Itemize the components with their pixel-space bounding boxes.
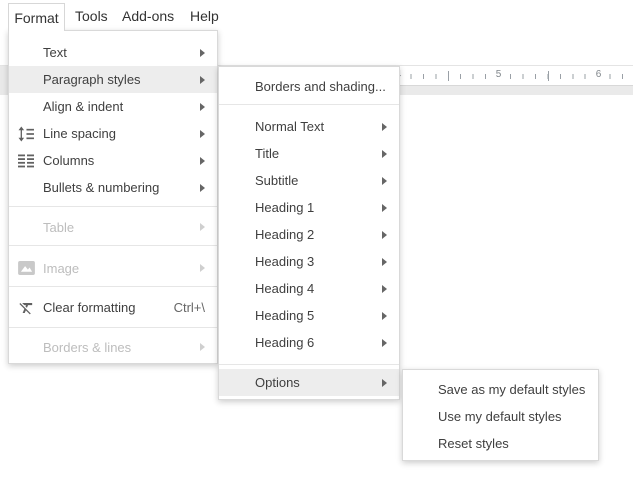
ruler-mark: 5 bbox=[492, 69, 505, 80]
menu-item-label: Align & indent bbox=[43, 99, 123, 114]
clear-formatting-icon bbox=[18, 299, 35, 316]
submenu-arrow-icon bbox=[200, 49, 205, 57]
menu-item-heading-2[interactable]: Heading 2 bbox=[219, 221, 399, 248]
submenu-arrow-icon bbox=[200, 343, 205, 351]
menu-item-image: Image bbox=[9, 254, 217, 282]
menu-item-clear-formatting[interactable]: Clear formatting Ctrl+\ bbox=[9, 294, 217, 321]
menu-item-text[interactable]: Text bbox=[9, 39, 217, 66]
menu-item-align-indent[interactable]: Align & indent bbox=[9, 93, 217, 120]
submenu-arrow-icon bbox=[382, 312, 387, 320]
menu-item-subtitle[interactable]: Subtitle bbox=[219, 167, 399, 194]
menu-item-label: Table bbox=[43, 220, 74, 235]
menu-item-shortcut: Ctrl+\ bbox=[174, 300, 205, 315]
submenu-arrow-icon bbox=[200, 157, 205, 165]
submenu-arrow-icon bbox=[200, 103, 205, 111]
options-menu: Save as my default styles Use my default… bbox=[402, 369, 599, 461]
submenu-arrow-icon bbox=[200, 184, 205, 192]
format-menu: Text Paragraph styles Align & indent Lin… bbox=[8, 30, 218, 364]
menu-item-label: Heading 4 bbox=[255, 281, 314, 296]
menu-bar: Tools Add-ons Help bbox=[0, 0, 633, 30]
menu-item-columns[interactable]: Columns bbox=[9, 147, 217, 174]
menu-item-label: Subtitle bbox=[255, 173, 298, 188]
menu-item-label: Normal Text bbox=[255, 119, 324, 134]
menu-tools[interactable]: Tools bbox=[75, 8, 108, 24]
menu-item-title[interactable]: Title bbox=[219, 140, 399, 167]
menu-item-label: Image bbox=[43, 261, 79, 276]
ruler-half-tick bbox=[448, 71, 449, 81]
menu-separator bbox=[9, 206, 217, 207]
menu-help[interactable]: Help bbox=[190, 8, 219, 24]
submenu-arrow-icon bbox=[382, 285, 387, 293]
submenu-arrow-icon bbox=[200, 130, 205, 138]
canvas-left-edge bbox=[0, 66, 8, 95]
ruler-mark: 6 bbox=[592, 69, 605, 80]
submenu-arrow-icon bbox=[200, 264, 205, 272]
submenu-arrow-icon bbox=[200, 76, 205, 84]
line-spacing-icon bbox=[18, 126, 34, 141]
menu-item-paragraph-styles[interactable]: Paragraph styles bbox=[9, 66, 217, 93]
menu-item-use-default-styles[interactable]: Use my default styles bbox=[403, 403, 598, 430]
menu-item-heading-6[interactable]: Heading 6 bbox=[219, 329, 399, 356]
menu-item-label: Heading 5 bbox=[255, 308, 314, 323]
menu-item-heading-3[interactable]: Heading 3 bbox=[219, 248, 399, 275]
menu-addons[interactable]: Add-ons bbox=[122, 8, 174, 24]
menu-item-label: Heading 2 bbox=[255, 227, 314, 242]
menu-format[interactable]: Format bbox=[8, 3, 65, 31]
menu-item-label: Heading 1 bbox=[255, 200, 314, 215]
submenu-arrow-icon bbox=[382, 177, 387, 185]
menu-item-label: Heading 6 bbox=[255, 335, 314, 350]
submenu-arrow-icon bbox=[382, 258, 387, 266]
menu-item-reset-styles[interactable]: Reset styles bbox=[403, 430, 598, 457]
menu-item-label: Save as my default styles bbox=[438, 382, 585, 397]
menu-item-label: Text bbox=[43, 45, 67, 60]
menu-item-label: Reset styles bbox=[438, 436, 509, 451]
menu-separator bbox=[219, 364, 399, 365]
submenu-arrow-icon bbox=[382, 379, 387, 387]
submenu-arrow-icon bbox=[382, 231, 387, 239]
menu-separator bbox=[219, 104, 399, 105]
menu-item-normal-text[interactable]: Normal Text bbox=[219, 113, 399, 140]
menu-item-label: Heading 3 bbox=[255, 254, 314, 269]
menu-item-heading-5[interactable]: Heading 5 bbox=[219, 302, 399, 329]
menu-item-bullets-numbering[interactable]: Bullets & numbering bbox=[9, 174, 217, 201]
menu-item-heading-1[interactable]: Heading 1 bbox=[219, 194, 399, 221]
submenu-arrow-icon bbox=[382, 150, 387, 158]
submenu-arrow-icon bbox=[200, 223, 205, 231]
menu-item-label: Title bbox=[255, 146, 279, 161]
menu-item-label: Use my default styles bbox=[438, 409, 562, 424]
menu-item-label: Borders & lines bbox=[43, 340, 131, 355]
paragraph-styles-menu: Borders and shading... Normal Text Title… bbox=[218, 66, 400, 400]
menu-item-label: Clear formatting bbox=[43, 300, 135, 315]
menu-item-borders-and-shading[interactable]: Borders and shading... bbox=[219, 73, 399, 100]
menu-item-label: Line spacing bbox=[43, 126, 116, 141]
google-docs-window: Tools Add-ons Help Format 11 B I U A bbox=[0, 0, 633, 495]
image-icon bbox=[18, 261, 35, 275]
menu-separator bbox=[9, 245, 217, 246]
menu-item-line-spacing[interactable]: Line spacing bbox=[9, 120, 217, 147]
menu-separator bbox=[9, 327, 217, 328]
menu-item-label: Columns bbox=[43, 153, 94, 168]
menu-item-save-default-styles[interactable]: Save as my default styles bbox=[403, 376, 598, 403]
ruler-half-tick bbox=[548, 71, 549, 81]
menu-item-heading-4[interactable]: Heading 4 bbox=[219, 275, 399, 302]
columns-icon bbox=[18, 154, 34, 167]
submenu-arrow-icon bbox=[382, 204, 387, 212]
menu-separator bbox=[9, 286, 217, 287]
menu-item-borders-lines: Borders & lines bbox=[9, 333, 217, 361]
menu-item-label: Borders and shading... bbox=[255, 79, 386, 94]
menu-item-label: Bullets & numbering bbox=[43, 180, 159, 195]
submenu-arrow-icon bbox=[382, 123, 387, 131]
menu-item-table: Table bbox=[9, 213, 217, 241]
submenu-arrow-icon bbox=[382, 339, 387, 347]
menu-item-label: Paragraph styles bbox=[43, 72, 141, 87]
menu-item-label: Options bbox=[255, 375, 300, 390]
menu-item-options[interactable]: Options bbox=[219, 369, 399, 396]
